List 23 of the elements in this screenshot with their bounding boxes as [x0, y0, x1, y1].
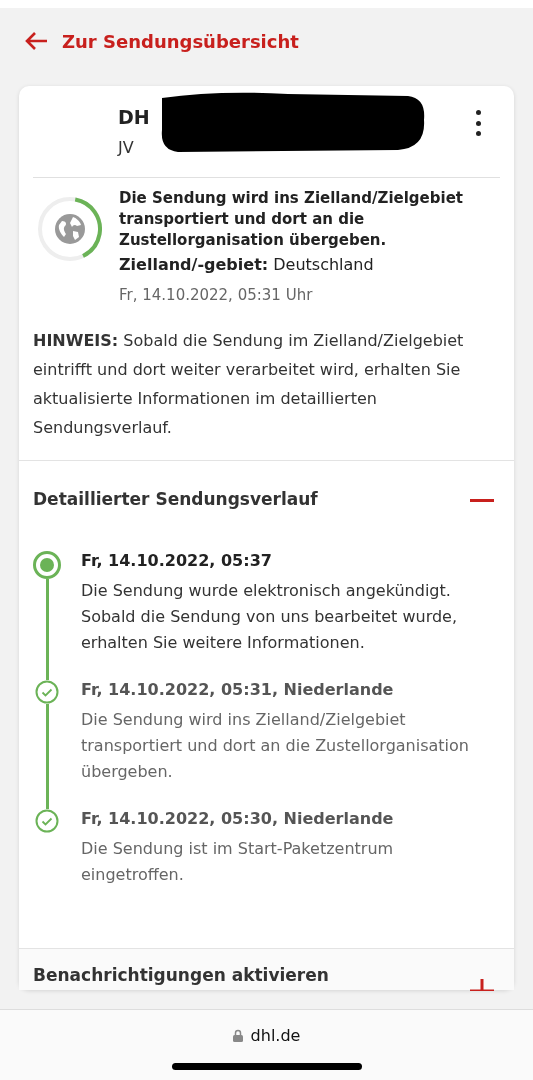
event-text: Die Sendung ist im Start-Paketzentrum eingetroffen. — [81, 838, 395, 886]
check-icon — [35, 809, 59, 833]
event-text: Die Sendung wird ins Zielland/Zielgebiet transportiert und dort an die Zustellorganisation übergeben. — [81, 709, 470, 783]
lock-icon — [232, 1029, 243, 1042]
tracking-number: JV — [118, 138, 134, 157]
shipment-title: DH — [118, 106, 150, 128]
event-time: Fr, 14.10.2022, 05:31, Niederlande — [81, 680, 395, 699]
globe-icon — [55, 214, 85, 244]
event-time: Fr, 14.10.2022, 05:30, Niederlande — [81, 809, 395, 828]
url-field[interactable]: dhl.de — [232, 1026, 301, 1045]
check-icon — [35, 680, 59, 704]
status-time: Fr, 14.10.2022, 05:31 Uhr — [119, 286, 314, 304]
minus-icon — [470, 499, 494, 503]
event-text: Die Sendung wurde elektronisch angekündigt. Sobald die Sendung von uns bearbeitet wurde, erhalten Sie weitere Informationen. — [81, 580, 459, 654]
section-header[interactable]: Detaillierter Sendungsverlauf — [19, 461, 514, 543]
event-time: Fr, 14.10.2022, 05:37 — [81, 551, 273, 570]
back-arrow-icon — [24, 31, 48, 51]
section-header[interactable]: Benachrichtigungen aktivieren — [19, 948, 514, 990]
destination-text: Zielland/-gebiet: Deutschland — [119, 255, 375, 274]
plus-icon — [470, 979, 494, 991]
back-link[interactable]: Zur Sendungsübersicht — [0, 8, 323, 64]
current-step-icon — [33, 551, 61, 579]
status-text: Die Sendung wird ins Zielland/Zielgebiet transportiert und dort an die Zustellorganisation übergeben. — [119, 188, 464, 251]
